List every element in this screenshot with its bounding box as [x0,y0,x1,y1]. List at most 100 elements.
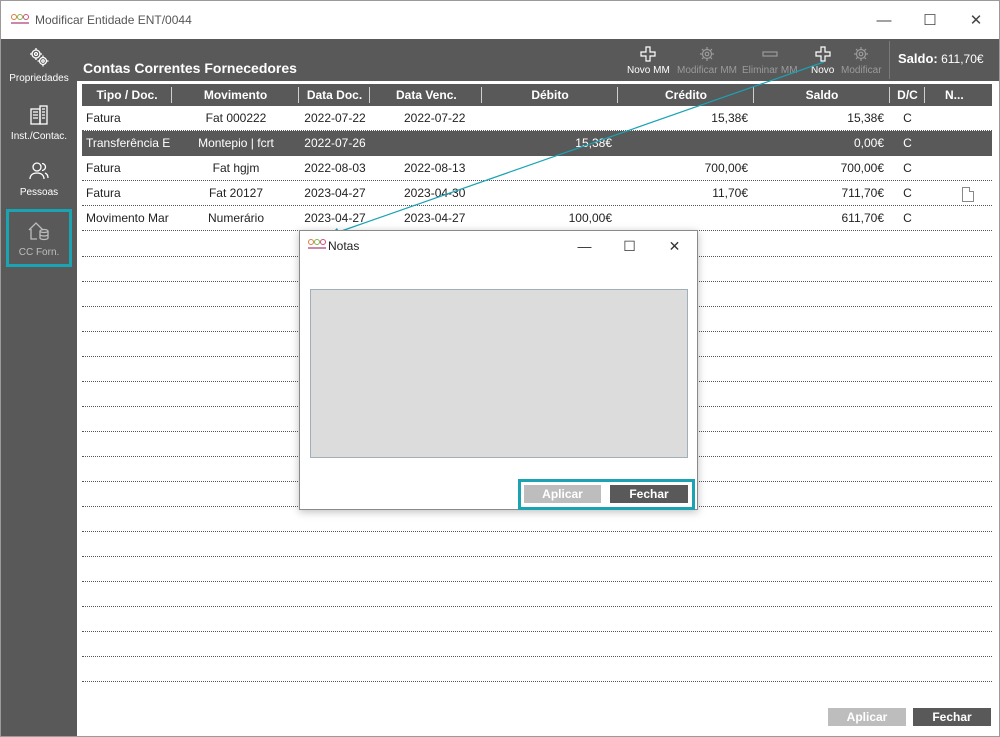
sidebar-item-propriedades[interactable]: Propriedades [1,45,77,84]
close-icon: ✕ [969,12,983,29]
novo-label: Novo [811,65,835,76]
cell-credito: 15,38€ [711,111,748,125]
cell-data-doc: 2023-04-27 [304,186,366,200]
gear-icon [854,47,869,61]
window-title: Modificar Entidade ENT/0044 [35,13,192,27]
dialog-minimize-button[interactable]: — [562,231,607,261]
cell-dc: C [903,211,912,225]
eliminar-mm-label: Eliminar MM [742,65,798,76]
minus-icon [762,51,778,57]
dialog-close-button[interactable]: ✕ [652,231,697,261]
empty-row [82,581,992,582]
dialog-maximize-button[interactable]: ☐ [607,231,652,261]
col-header-debito[interactable]: Débito [482,84,618,106]
novo-mm-label: Novo MM [627,65,670,76]
maximize-icon: ☐ [623,237,636,254]
sidebar-item-pessoas[interactable]: Pessoas [1,159,77,198]
close-icon: ✕ [668,237,681,254]
maximize-icon: ☐ [923,12,937,29]
toolbar-divider [889,41,890,79]
cell-dc: C [903,136,912,150]
cell-tipo: Movimento Mar [86,211,169,225]
maximize-button[interactable]: ☐ [907,1,953,39]
table-row-selected[interactable]: Transferência E Montepio | fcrt 2022-07-… [82,131,992,156]
cell-data-venc: 2023-04-30 [404,186,466,200]
col-header-dc[interactable]: D/C [890,84,925,106]
plus-icon [815,46,831,62]
col-header-saldo[interactable]: Saldo [754,84,890,106]
cell-debito [482,181,612,206]
cell-tipo: Transferência E [86,136,170,150]
novo-button[interactable]: Novo [811,43,834,76]
cell-data-doc: 2023-04-27 [304,211,366,225]
col-header-tipo[interactable]: Tipo / Doc. [82,84,172,106]
cell-dc: C [903,111,912,125]
col-header-movimento[interactable]: Movimento [172,84,299,106]
cell-saldo: 700,00€ [840,161,884,175]
col-header-notas[interactable]: N... [925,84,992,106]
dialog-apply-button[interactable]: Aplicar [524,485,601,503]
empty-row [82,531,992,532]
cell-movimento: Fat 20127 [208,186,264,200]
table-row[interactable]: Movimento Mar Numerário 2023-04-27 2023-… [82,206,992,231]
cell-debito: 100,00€ [568,211,612,225]
table-row[interactable]: Fatura Fat 000222 2022-07-22 2022-07-22 … [82,106,992,131]
cell-debito: 15,38€ [575,136,612,150]
cell-data-venc [404,131,482,156]
cell-data-venc: 2023-04-27 [404,211,466,225]
col-header-data-doc[interactable]: Data Doc. [299,84,370,106]
sidebar-item-label: Inst./Contac. [10,131,68,142]
dialog-title: Notas [328,239,360,253]
modificar-mm-label: Modificar MM [677,65,738,76]
note-document-icon[interactable] [962,187,974,202]
sidebar-item-inst-contac[interactable]: Inst./Contac. [1,103,77,142]
cell-dc: C [903,186,912,200]
minimize-icon: — [876,11,892,29]
cell-saldo: 711,70€ [841,186,885,200]
gears-icon [30,48,49,67]
minimize-button[interactable]: — [861,1,907,39]
cell-tipo: Fatura [86,111,121,125]
grid-header: Tipo / Doc. Movimento Data Doc. Data Ven… [82,84,992,106]
home-coins-icon [28,221,49,240]
novo-mm-button[interactable]: Novo MM [627,43,670,76]
sidebar-item-cc-forn[interactable]: CC Forn. [6,209,72,267]
minimize-icon: — [577,238,592,254]
close-button[interactable]: Fechar [913,708,991,726]
modificar-mm-button[interactable]: Modificar MM [677,43,737,76]
cell-saldo: 15,38€ [847,111,884,125]
sidebar-item-label: Pessoas [19,187,59,198]
sidebar-item-label: CC Forn. [18,246,60,258]
cell-movimento: Fat 000222 [205,111,267,125]
dialog-close-action-button[interactable]: Fechar [610,485,688,503]
people-icon [29,162,49,180]
page-title: Contas Correntes Fornecedores [83,60,297,76]
cell-credito: 700,00€ [704,161,748,175]
col-header-credito[interactable]: Crédito [618,84,754,106]
cell-debito [482,106,612,131]
table-row[interactable]: Fatura Fat 20127 2023-04-27 2023-04-30 1… [82,181,992,206]
cell-tipo: Fatura [86,161,121,175]
cell-credito [618,206,748,231]
app-logo-icon [11,14,29,26]
saldo-label: Saldo: [898,51,938,66]
title-bar: Modificar Entidade ENT/0044 — ☐ ✕ [1,1,999,39]
cell-credito: 11,70€ [712,186,748,200]
empty-row [82,606,992,607]
toolbar: Contas Correntes Fornecedores Novo MM Mo… [77,39,999,81]
col-header-data-venc[interactable]: Data Venc. [370,84,482,106]
sidebar: Propriedades Inst./Contac. Pessoas CC Fo… [1,39,77,736]
cell-movimento: Fat hgjm [212,161,260,175]
cell-debito [482,156,612,181]
modificar-label: Modificar [841,65,882,76]
apply-button[interactable]: Aplicar [828,708,906,726]
plus-icon [640,46,656,62]
gear-icon [700,47,714,61]
close-window-button[interactable]: ✕ [953,1,999,39]
table-row[interactable]: Fatura Fat hgjm 2022-08-03 2022-08-13 70… [82,156,992,181]
cell-tipo: Fatura [86,186,121,200]
saldo-value: 611,70€ [941,52,984,66]
eliminar-mm-button[interactable]: Eliminar MM [742,43,798,76]
modificar-button[interactable]: Modificar [841,43,882,76]
notes-textarea[interactable] [310,289,688,458]
